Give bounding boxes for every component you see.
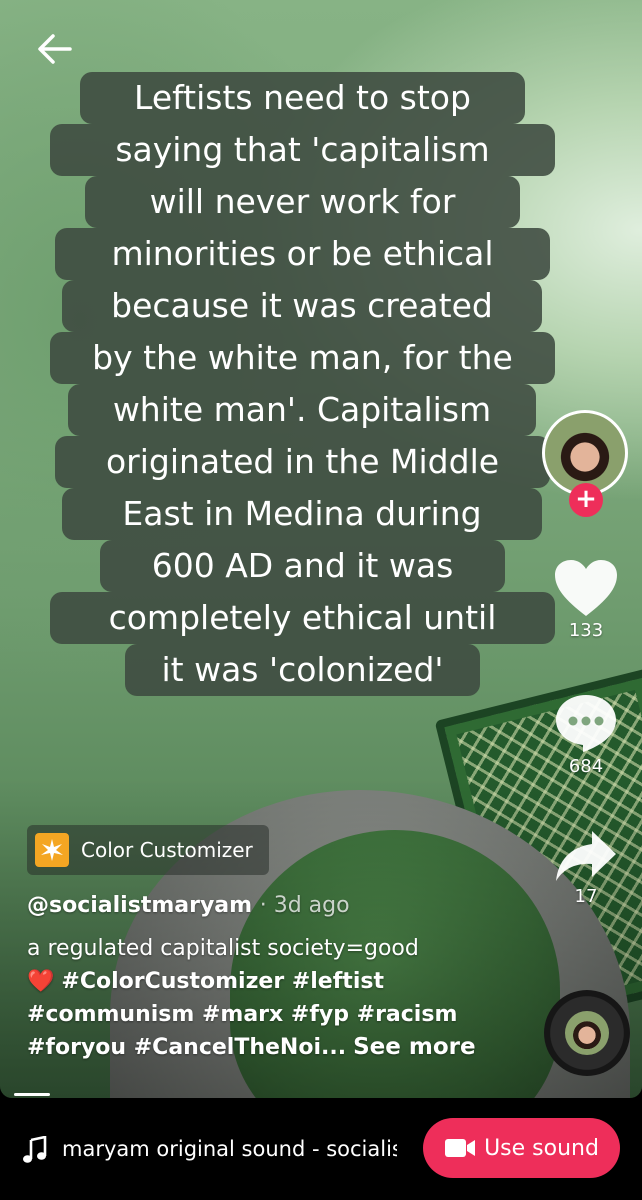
creator-avatar-wrap: +: [542, 410, 628, 517]
sound-disc-avatar: [565, 1011, 609, 1055]
like-button[interactable]: 133: [540, 558, 632, 641]
caption-line: by the white man, for the: [50, 332, 555, 384]
caption-line: white man'. Capitalism: [68, 384, 536, 436]
use-sound-button[interactable]: Use sound: [423, 1118, 620, 1178]
caption-line: 600 AD and it was: [100, 540, 505, 592]
use-sound-label: Use sound: [484, 1135, 599, 1161]
effect-sparkle-icon: [35, 833, 69, 867]
caption-line: Leftists need to stop: [80, 72, 525, 124]
caption-line: saying that 'capitalism: [50, 124, 555, 176]
heart-icon: [555, 560, 617, 616]
hashtags-line[interactable]: #communism #marx #fyp #racism: [27, 998, 527, 1031]
caption-line: minorities or be ethical: [55, 228, 550, 280]
sound-disc[interactable]: [544, 990, 630, 1076]
post-meta: @socialistmaryam · 3d ago a regulated ca…: [27, 893, 527, 1064]
video-caption-overlay: Leftists need to stop saying that 'capit…: [50, 60, 555, 700]
share-icon: [556, 831, 616, 881]
caption-line: because it was created: [62, 280, 542, 332]
hashtags-line[interactable]: #ColorCustomizer #leftist: [61, 969, 384, 994]
caption-line: East in Medina during: [62, 488, 542, 540]
plus-icon: +: [575, 484, 597, 514]
caption-line: originated in the Middle: [55, 436, 550, 488]
username-link[interactable]: @socialistmaryam: [27, 893, 252, 918]
comment-count: 684: [568, 756, 604, 777]
heart-emoji-icon: ❤️: [27, 969, 55, 994]
sound-marquee[interactable]: maryam original sound - socialistmaryam: [62, 1131, 397, 1167]
music-note-icon: [23, 1136, 47, 1163]
video-progress-bar[interactable]: [14, 1093, 50, 1096]
follow-button[interactable]: +: [569, 483, 603, 517]
post-description: a regulated capitalist society=good ❤️ #…: [27, 932, 527, 1064]
username-line: @socialistmaryam · 3d ago: [27, 893, 527, 918]
caption-line: completely ethical until: [50, 592, 555, 644]
hashtags-line[interactable]: #foryou #CancelTheNoi...: [27, 1035, 346, 1060]
share-button[interactable]: 17: [540, 828, 632, 907]
description-text: a regulated capitalist society=good: [27, 936, 419, 961]
effect-label: Color Customizer: [81, 838, 253, 862]
caption-line: it was 'colonized': [125, 644, 480, 696]
like-count: 133: [568, 620, 604, 641]
effect-chip[interactable]: Color Customizer: [27, 825, 269, 875]
comment-button[interactable]: 684: [540, 692, 632, 777]
comment-icon: [556, 695, 616, 752]
share-count: 17: [574, 886, 598, 907]
post-time: · 3d ago: [259, 893, 350, 918]
caption-line: will never work for: [85, 176, 520, 228]
video-camera-icon: [445, 1139, 476, 1157]
see-more-link[interactable]: See more: [353, 1034, 475, 1060]
